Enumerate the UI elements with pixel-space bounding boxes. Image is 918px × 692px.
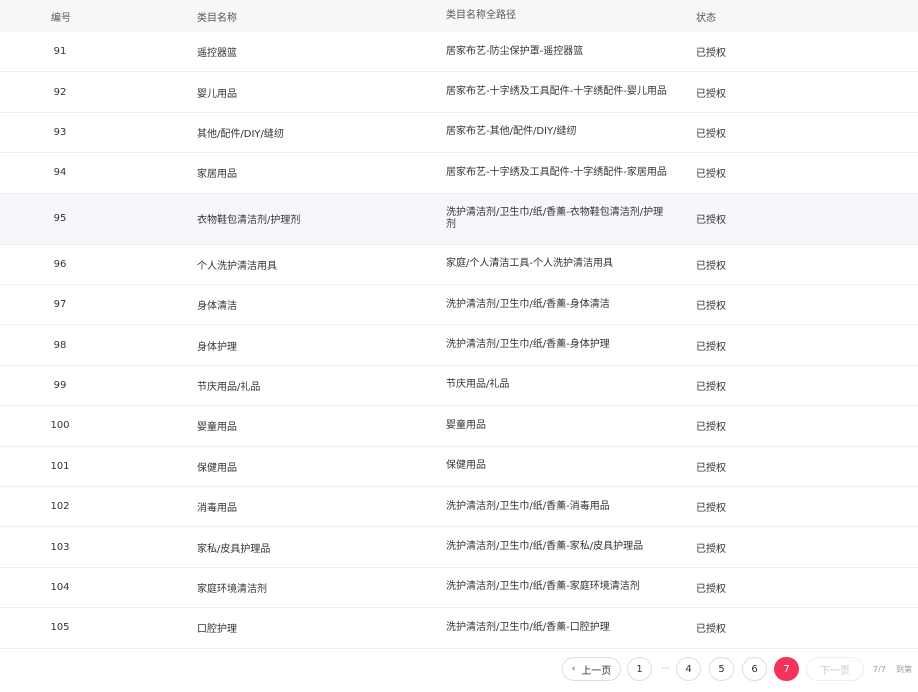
table-row: 101 保健用品 保健用品 已授权 <box>0 447 918 487</box>
table-row: 103 家私/皮具护理品 洗护清洁剂/卫生巾/纸/香薰-家私/皮具护理品 已授权 <box>0 527 918 568</box>
cell-path: 居家布艺-防尘保护罩-遥控器篮 <box>446 45 584 57</box>
table-row: 95 衣物鞋包清洁剂/护理剂 洗护清洁剂/卫生巾/纸/香薰-衣物鞋包清洁剂/护理剂 已… <box>0 193 918 245</box>
table-row: 98 身体护理 洗护清洁剂/卫生巾/纸/香薰-身体护理 已授权 <box>0 325 918 366</box>
cell-status: 已授权 <box>696 128 726 140</box>
cell-id: 102 <box>50 501 70 513</box>
cell-name: 婴儿用品 <box>197 88 237 100</box>
cell-name: 其他/配件/DIY/缝纫 <box>197 128 284 140</box>
cell-name: 保健用品 <box>197 462 237 474</box>
table-row: 105 口腔护理 洗护清洁剂/卫生巾/纸/香薰-口腔护理 已授权 <box>0 608 918 649</box>
cell-name: 节庆用品/礼品 <box>197 381 261 393</box>
cell-status: 已授权 <box>696 341 726 353</box>
cell-id: 104 <box>50 581 70 593</box>
cell-id: 99 <box>53 379 67 391</box>
cell-status: 已授权 <box>696 260 726 272</box>
table-row: 97 身体清洁 洗护清洁剂/卫生巾/纸/香薰-身体清洁 已授权 <box>0 285 918 326</box>
cell-path: 洗护清洁剂/卫生巾/纸/香薰-家庭环境清洁剂 <box>446 581 640 593</box>
page-button-4[interactable]: 4 <box>676 657 701 681</box>
table-row: 100 婴童用品 婴童用品 已授权 <box>0 406 918 447</box>
cell-name: 消毒用品 <box>197 503 237 515</box>
cell-path: 洗护清洁剂/卫生巾/纸/香薰-身体清洁 <box>446 298 610 310</box>
cell-id: 100 <box>50 420 70 432</box>
table-row: 92 婴儿用品 居家布艺-十字绣及工具配件-十字绣配件-婴儿用品 已授权 <box>0 72 918 113</box>
cell-status: 已授权 <box>696 583 726 595</box>
cell-path: 家庭/个人清洁工具-个人洗护清洁用具 <box>446 258 613 270</box>
header-path: 类目名称全路径 <box>446 10 516 21</box>
cell-id: 95 <box>53 213 67 225</box>
cell-path: 洗护清洁剂/卫生巾/纸/香薰-口腔护理 <box>446 621 610 633</box>
table-header: 编号 类目名称 类目名称全路径 状态 <box>0 0 918 32</box>
page-ellipsis: ··· <box>661 664 670 674</box>
cell-id: 105 <box>50 622 70 634</box>
cell-status: 已授权 <box>696 48 726 60</box>
cell-status: 已授权 <box>696 543 726 555</box>
next-page-button: 下一页 <box>806 657 864 681</box>
table-row: 93 其他/配件/DIY/缝纫 居家布艺-其他/配件/DIY/缝纫 已授权 <box>0 113 918 154</box>
page-button-5[interactable]: 5 <box>709 657 734 681</box>
table-row: 99 节庆用品/礼品 节庆用品/礼品 已授权 <box>0 366 918 407</box>
cell-status: 已授权 <box>696 381 726 393</box>
cell-name: 个人洗护清洁用具 <box>197 260 277 272</box>
cell-name: 家庭环境清洁剂 <box>197 583 267 595</box>
header-id: 编号 <box>51 12 71 24</box>
cell-id: 97 <box>53 299 67 311</box>
page-info: 7/7 <box>873 664 886 674</box>
header-name: 类目名称 <box>197 12 237 24</box>
table-row: 91 遥控器篮 居家布艺-防尘保护罩-遥控器篮 已授权 <box>0 32 918 73</box>
pagination: ‹ 上一页 1 ··· 4 5 6 7 下一页 7/7 到第 <box>0 656 918 684</box>
cell-path: 洗护清洁剂/卫生巾/纸/香薰-身体护理 <box>446 339 610 351</box>
jump-label: 到第 <box>896 664 912 674</box>
cell-status: 已授权 <box>696 215 726 227</box>
cell-status: 已授权 <box>696 503 726 515</box>
cell-id: 103 <box>50 541 70 553</box>
cell-name: 遥控器篮 <box>197 48 237 60</box>
cell-path: 居家布艺-十字绣及工具配件-十字绣配件-婴儿用品 <box>446 86 667 98</box>
cell-name: 家居用品 <box>197 169 237 181</box>
cell-name: 婴童用品 <box>197 422 237 434</box>
cell-name: 身体清洁 <box>197 301 237 313</box>
table-row: 94 家居用品 居家布艺-十字绣及工具配件-十字绣配件-家居用品 已授权 <box>0 153 918 194</box>
cell-status: 已授权 <box>696 169 726 181</box>
page-button-current[interactable]: 7 <box>774 657 799 681</box>
prev-page-label: 上一页 <box>581 665 612 677</box>
cell-id: 94 <box>53 167 67 179</box>
table-row: 96 个人洗护清洁用具 家庭/个人清洁工具-个人洗护清洁用具 已授权 <box>0 245 918 285</box>
page-button-1[interactable]: 1 <box>627 657 652 681</box>
cell-id: 92 <box>53 86 67 98</box>
cell-name: 口腔护理 <box>197 624 237 636</box>
cell-path: 洗护清洁剂/卫生巾/纸/香薰-家私/皮具护理品 <box>446 541 644 553</box>
cell-id: 96 <box>53 258 67 270</box>
cell-id: 93 <box>53 126 67 138</box>
cell-status: 已授权 <box>696 88 726 100</box>
cell-path: 洗护清洁剂/卫生巾/纸/香薰-衣物鞋包清洁剂/护理剂 <box>446 206 664 230</box>
cell-status: 已授权 <box>696 624 726 636</box>
table-row: 102 消毒用品 洗护清洁剂/卫生巾/纸/香薰-消毒用品 已授权 <box>0 487 918 528</box>
cell-path: 居家布艺-其他/配件/DIY/缝纫 <box>446 126 577 138</box>
cell-path: 保健用品 <box>446 460 486 472</box>
cell-path: 洗护清洁剂/卫生巾/纸/香薰-消毒用品 <box>446 500 610 512</box>
cell-name: 衣物鞋包清洁剂/护理剂 <box>197 215 301 227</box>
cell-path: 节庆用品/礼品 <box>446 379 510 391</box>
cell-name: 身体护理 <box>197 341 237 353</box>
cell-id: 98 <box>53 339 67 351</box>
chevron-left-icon: ‹ <box>571 664 576 674</box>
cell-id: 101 <box>50 460 70 472</box>
cell-id: 91 <box>53 46 67 58</box>
page-button-6[interactable]: 6 <box>742 657 767 681</box>
cell-status: 已授权 <box>696 462 726 474</box>
table-row: 104 家庭环境清洁剂 洗护清洁剂/卫生巾/纸/香薰-家庭环境清洁剂 已授权 <box>0 568 918 609</box>
header-status: 状态 <box>696 12 716 24</box>
cell-path: 居家布艺-十字绣及工具配件-十字绣配件-家居用品 <box>446 166 667 178</box>
cell-status: 已授权 <box>696 422 726 434</box>
prev-page-button[interactable]: ‹ 上一页 <box>562 657 621 681</box>
cell-path: 婴童用品 <box>446 419 486 431</box>
cell-status: 已授权 <box>696 301 726 313</box>
cell-name: 家私/皮具护理品 <box>197 543 271 555</box>
